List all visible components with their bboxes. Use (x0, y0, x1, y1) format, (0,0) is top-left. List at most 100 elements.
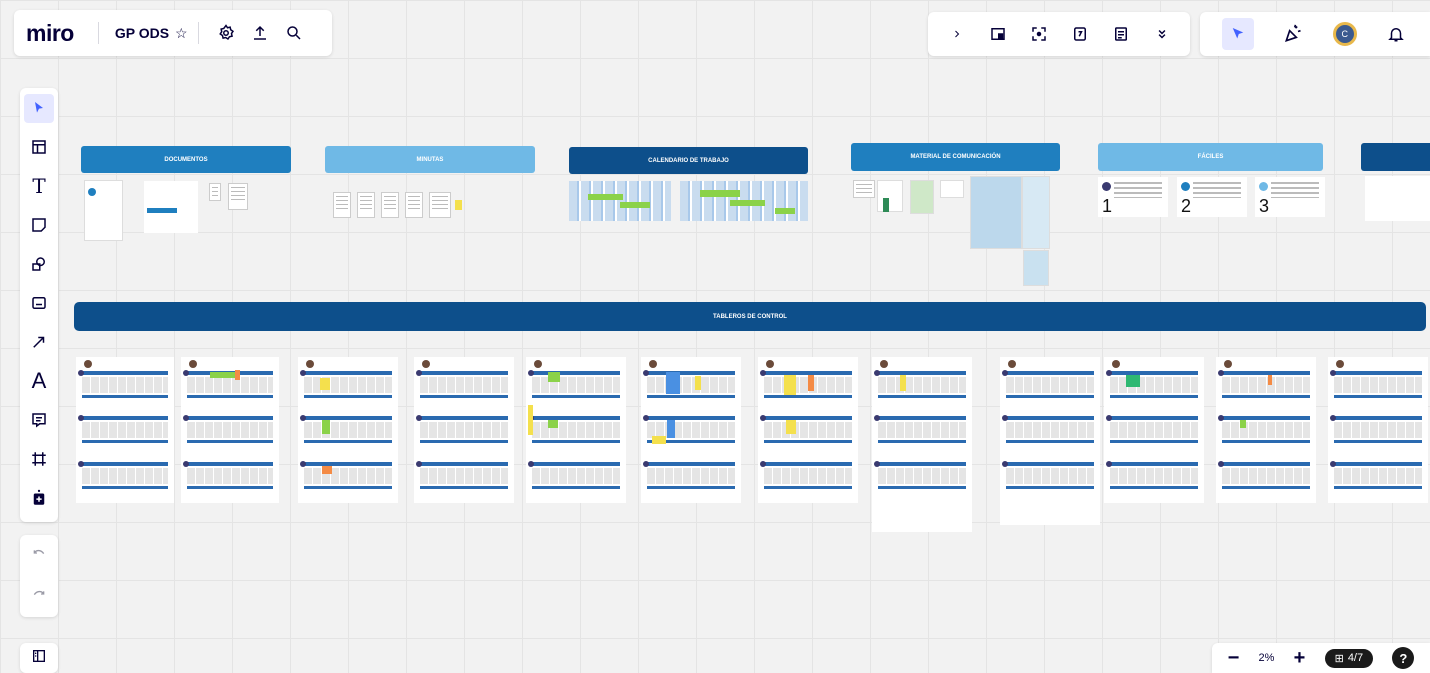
minuta-doc[interactable] (381, 192, 399, 218)
material-thumbnail[interactable] (877, 180, 903, 212)
board-grid (1334, 377, 1422, 393)
control-board-card[interactable] (414, 357, 514, 503)
board-grid (1222, 468, 1310, 484)
search-icon[interactable] (283, 22, 305, 44)
zoom-in-button[interactable]: + (1294, 647, 1306, 670)
material-thumbnail[interactable] (940, 180, 964, 198)
section-header-material[interactable]: MATERIAL DE COMUNICACIÓN (851, 143, 1060, 171)
comment-icon[interactable] (24, 405, 54, 434)
section-header-documentos[interactable]: DOCUMENTOS (81, 146, 291, 173)
control-board-card[interactable] (641, 357, 741, 503)
control-board-card[interactable] (1104, 357, 1204, 503)
avatar[interactable]: C (1332, 22, 1357, 46)
chevron-right-icon[interactable] (945, 22, 969, 46)
card-tool-icon[interactable] (24, 289, 54, 318)
document-page[interactable] (209, 183, 221, 201)
zoom-level[interactable]: 2% (1259, 652, 1275, 664)
calendar-grid[interactable] (569, 181, 671, 221)
section-header-partial[interactable] (1361, 143, 1430, 171)
minuta-doc[interactable] (357, 192, 375, 218)
control-board-card[interactable] (1328, 357, 1428, 503)
control-board-card[interactable] (298, 357, 398, 503)
miro-logo[interactable]: miro (26, 20, 74, 47)
frames-navigator-button[interactable]: ⊞ 4/7 (1324, 648, 1374, 668)
document-page[interactable] (228, 183, 248, 210)
board-task-block (322, 466, 332, 474)
board-task-block (548, 372, 560, 382)
star-icon[interactable]: ☆ (175, 25, 188, 42)
section-header-tableros[interactable]: TABLEROS DE CONTROL (74, 302, 1426, 331)
calendar-task (700, 190, 740, 197)
material-poster[interactable] (1022, 176, 1050, 249)
material-doc[interactable] (853, 180, 875, 198)
board-grid (1110, 422, 1198, 438)
minuta-doc[interactable] (429, 192, 451, 218)
board-footer-bar (1110, 486, 1198, 489)
board-dot (78, 370, 84, 376)
control-board-card[interactable] (872, 357, 972, 532)
step-text (1271, 182, 1319, 198)
material-poster[interactable] (970, 176, 1022, 249)
more-icon[interactable] (1150, 22, 1174, 46)
sticky-note-icon[interactable] (24, 211, 54, 240)
board-footer-bar (187, 486, 273, 489)
board-grid (878, 468, 966, 484)
minuta-doc[interactable] (333, 192, 351, 218)
control-board-card[interactable] (181, 357, 279, 503)
connector-arrow-icon[interactable] (24, 327, 54, 356)
board-task-block (1268, 375, 1272, 385)
control-board-card[interactable] (526, 357, 626, 503)
add-apps-icon[interactable] (24, 483, 54, 512)
select-tool-icon[interactable] (24, 94, 54, 123)
board-avatar (1224, 360, 1232, 368)
share-icon[interactable] (249, 22, 271, 44)
undo-icon[interactable] (31, 545, 47, 566)
step-card-2[interactable]: 2 (1177, 177, 1247, 217)
control-board-card[interactable] (1000, 357, 1100, 525)
section-header-minutas[interactable]: MINUTAS (325, 146, 535, 173)
board-footer-bar (1222, 395, 1310, 398)
step-card-3[interactable]: 3 (1255, 177, 1325, 217)
material-thumbnail[interactable] (910, 180, 934, 214)
text-tool-icon[interactable]: T (24, 172, 54, 201)
help-button[interactable]: ? (1392, 647, 1415, 669)
control-board-card[interactable] (1216, 357, 1316, 503)
pen-icon[interactable]: A (24, 366, 54, 395)
board-name[interactable]: GP ODS (115, 25, 169, 41)
settings-icon[interactable] (215, 22, 237, 44)
section-header-calendario[interactable]: CALENDARIO DE TRABAJO (569, 147, 808, 174)
board-grid (82, 377, 168, 393)
sidebar-toggle-button[interactable] (20, 643, 58, 673)
board-avatar (422, 360, 430, 368)
section-header-faciles[interactable]: FÁCILES (1098, 143, 1323, 171)
step-card-1[interactable]: 1 (1098, 177, 1168, 217)
reactions-icon[interactable] (1281, 22, 1305, 46)
bell-icon[interactable] (1384, 22, 1408, 46)
focus-icon[interactable] (1027, 22, 1051, 46)
board-dot (416, 370, 422, 376)
cursor-filter-icon[interactable] (1221, 18, 1254, 50)
partial-frame-content[interactable] (1365, 176, 1430, 221)
timer-icon[interactable] (1068, 22, 1092, 46)
board-header-bar (1222, 416, 1310, 420)
board-footer-bar (82, 440, 168, 443)
notes-icon[interactable] (1109, 22, 1133, 46)
redo-icon[interactable] (31, 586, 47, 607)
board-task-block (667, 420, 675, 438)
board-dot (1218, 461, 1224, 467)
board-header-bar (1222, 462, 1310, 466)
board-footer-bar (1006, 486, 1094, 489)
minuta-doc[interactable] (405, 192, 423, 218)
card-icon[interactable] (986, 22, 1010, 46)
templates-icon[interactable] (24, 133, 54, 162)
board-grid (420, 422, 508, 438)
zoom-out-button[interactable]: − (1228, 647, 1240, 670)
board-dot (760, 461, 766, 467)
frame-icon[interactable] (24, 444, 54, 473)
board-avatar (84, 360, 92, 368)
board-footer-bar (532, 486, 620, 489)
control-board-card[interactable] (76, 357, 174, 503)
document-thumbnail[interactable] (144, 181, 198, 233)
material-poster[interactable] (1023, 250, 1049, 286)
shapes-icon[interactable] (24, 250, 54, 279)
